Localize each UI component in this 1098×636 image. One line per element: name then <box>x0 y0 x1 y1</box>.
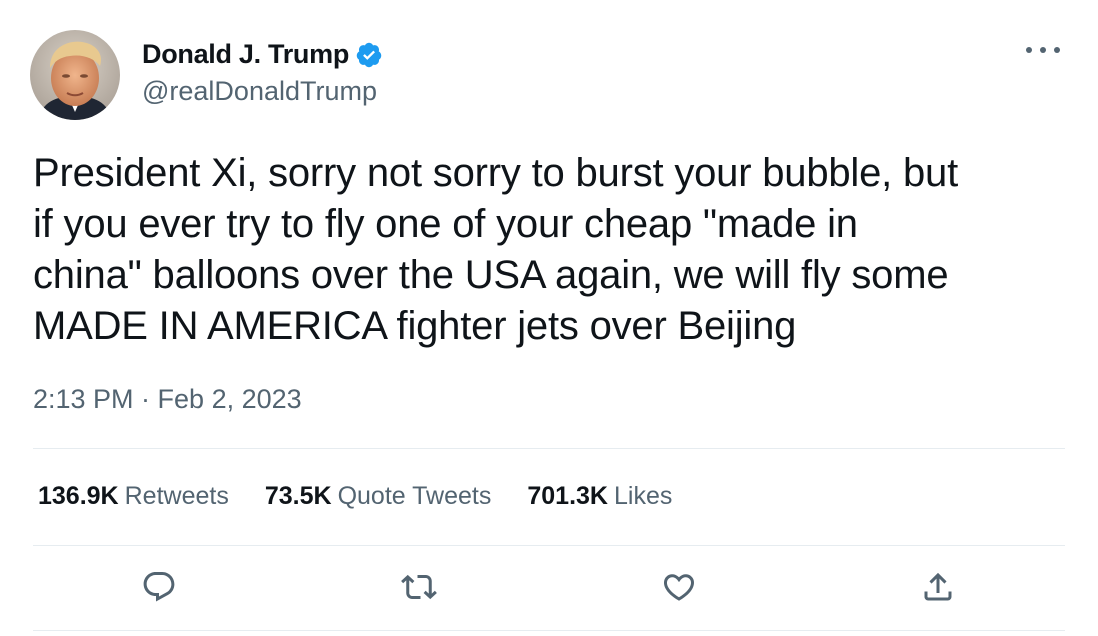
tweet-card: Donald J. Trump @realDonaldTrump Preside… <box>0 0 1098 636</box>
retweet-icon <box>401 574 437 600</box>
reply-button[interactable] <box>137 565 181 609</box>
likes-label: Likes <box>613 482 673 510</box>
retweet-button[interactable] <box>397 565 441 609</box>
more-options-icon[interactable] <box>1026 40 1060 60</box>
tweet-stats: 136.9K Retweets 73.5K Quote Tweets 701.3K L… <box>38 482 708 511</box>
like-button[interactable] <box>657 565 701 609</box>
display-name[interactable]: Donald J. Trump <box>142 39 349 70</box>
likes-stat[interactable]: 701.3K Likes <box>527 482 672 511</box>
user-info: Donald J. Trump @realDonaldTrump <box>142 38 383 107</box>
reply-icon <box>143 572 175 602</box>
retweets-label: Retweets <box>124 482 229 510</box>
user-handle[interactable]: @realDonaldTrump <box>142 76 383 107</box>
tweet-actions <box>0 565 1098 615</box>
quote-tweets-count: 73.5K <box>264 482 332 510</box>
retweets-count: 136.9K <box>38 482 119 510</box>
retweets-stat[interactable]: 136.9K Retweets <box>38 482 229 511</box>
tweet-header: Donald J. Trump @realDonaldTrump <box>30 30 383 120</box>
verified-badge-icon <box>356 42 382 67</box>
tweet-timestamp[interactable]: 2:13 PM · Feb 2, 2023 <box>33 384 302 415</box>
more-dot <box>1054 47 1060 53</box>
like-icon <box>663 574 695 601</box>
quote-tweets-label: Quote Tweets <box>337 482 492 510</box>
avatar-photo-icon <box>30 30 120 120</box>
quote-tweets-stat[interactable]: 73.5K Quote Tweets <box>265 482 492 511</box>
divider <box>33 630 1065 631</box>
more-dot <box>1040 47 1046 53</box>
avatar[interactable] <box>30 30 120 120</box>
divider <box>33 448 1065 449</box>
share-icon <box>924 572 952 601</box>
divider <box>33 545 1065 546</box>
tweet-text: President Xi, sorry not sorry to burst y… <box>33 151 958 348</box>
share-button[interactable] <box>916 565 960 609</box>
more-dot <box>1026 47 1032 53</box>
likes-count: 701.3K <box>527 482 608 510</box>
name-row: Donald J. Trump <box>142 38 383 72</box>
